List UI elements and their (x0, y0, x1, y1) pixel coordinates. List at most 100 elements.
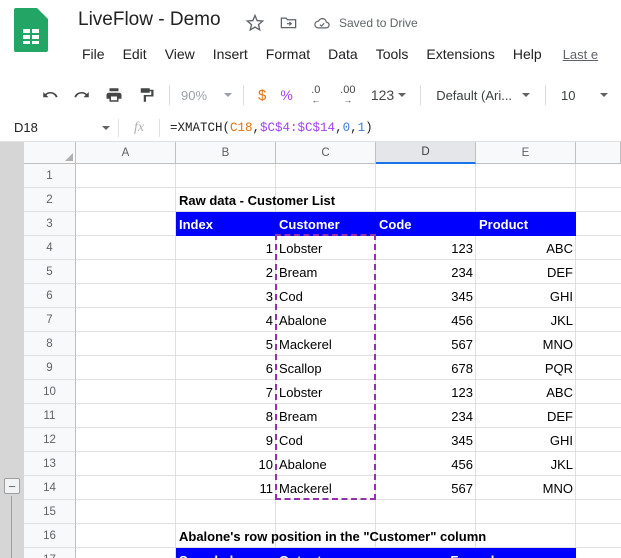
group-collapse-button[interactable]: − (4, 478, 20, 494)
cell-d4[interactable]: 123 (376, 236, 476, 260)
cell-d14[interactable]: 567 (376, 476, 476, 500)
name-box[interactable]: D18 (0, 114, 118, 141)
menu-extensions[interactable]: Extensions (417, 44, 503, 64)
row-header-11[interactable]: 11 (24, 404, 76, 428)
cell-c4[interactable]: Lobster (276, 236, 376, 260)
save-status[interactable]: Saved to Drive (313, 14, 418, 32)
row-header-5[interactable]: 5 (24, 260, 76, 284)
column-header-a[interactable]: A (76, 142, 176, 164)
cell-b14[interactable]: 11 (176, 476, 276, 500)
cell-c5[interactable]: Bream (276, 260, 376, 284)
row-header-16[interactable]: 16 (24, 524, 76, 548)
select-all-corner[interactable] (24, 142, 76, 164)
cell-c7[interactable]: Abalone (276, 308, 376, 332)
column-header-b[interactable]: B (176, 142, 276, 164)
cell-b5[interactable]: 2 (176, 260, 276, 284)
menu-edit[interactable]: Edit (114, 44, 156, 64)
cell-c12[interactable]: Cod (276, 428, 376, 452)
decrease-decimal-button[interactable]: .0 ← (303, 82, 329, 108)
redo-icon[interactable] (69, 82, 95, 108)
row-header-15[interactable]: 15 (24, 500, 76, 524)
spreadsheet-grid: A B C D E 1 2 3 4 5 6 7 8 9 10 11 12 13 … (0, 142, 621, 558)
cell-e6[interactable]: GHI (476, 284, 576, 308)
menu-data[interactable]: Data (319, 44, 367, 64)
row-header-2[interactable]: 2 (24, 188, 76, 212)
last-edit-link[interactable]: Last e (563, 47, 598, 62)
print-icon[interactable] (101, 82, 127, 108)
font-family-selector[interactable]: Default (Ari... (428, 88, 538, 103)
cell-d10[interactable]: 123 (376, 380, 476, 404)
cell-c13[interactable]: Abalone (276, 452, 376, 476)
cell-b9[interactable]: 6 (176, 356, 276, 380)
row-header-4[interactable]: 4 (24, 236, 76, 260)
column-header-e[interactable]: E (476, 142, 576, 164)
formula-input[interactable]: =XMATCH(C18,$C$4:$C$14,0,1) (160, 121, 621, 135)
menu-insert[interactable]: Insert (204, 44, 257, 64)
row-header-14[interactable]: 14 (24, 476, 76, 500)
cell-d12[interactable]: 345 (376, 428, 476, 452)
cell-c14[interactable]: Mackerel (276, 476, 376, 500)
move-to-folder-icon[interactable] (279, 13, 299, 33)
zoom-selector[interactable]: 90% (177, 86, 236, 105)
row-header-13[interactable]: 13 (24, 452, 76, 476)
row-header-7[interactable]: 7 (24, 308, 76, 332)
increase-decimal-button[interactable]: .00 → (335, 82, 361, 108)
cell-b11[interactable]: 8 (176, 404, 276, 428)
cell-b4[interactable]: 1 (176, 236, 276, 260)
row-header-1[interactable]: 1 (24, 164, 76, 188)
cell-b6[interactable]: 3 (176, 284, 276, 308)
cell-e7[interactable]: JKL (476, 308, 576, 332)
cell-c11[interactable]: Bream (276, 404, 376, 428)
number-format-selector[interactable]: 123 (364, 82, 413, 108)
row-header-12[interactable]: 12 (24, 428, 76, 452)
currency-format-button[interactable]: $ (251, 82, 273, 108)
percent-format-button[interactable]: % (273, 82, 299, 108)
column-header-d[interactable]: D (376, 142, 476, 164)
cell-e11[interactable]: DEF (476, 404, 576, 428)
toolbar-divider-3 (420, 85, 422, 105)
undo-icon[interactable] (37, 82, 63, 108)
row-header-8[interactable]: 8 (24, 332, 76, 356)
font-size-selector[interactable]: 10 (553, 88, 615, 103)
cell-d8[interactable]: 567 (376, 332, 476, 356)
row-header-9[interactable]: 9 (24, 356, 76, 380)
column-header-c[interactable]: C (276, 142, 376, 164)
cell-d5[interactable]: 234 (376, 260, 476, 284)
menu-file[interactable]: File (78, 44, 114, 64)
cell-e4[interactable]: ABC (476, 236, 576, 260)
row-header-6[interactable]: 6 (24, 284, 76, 308)
row-header-17[interactable]: 17 (24, 548, 76, 558)
cell-c10[interactable]: Lobster (276, 380, 376, 404)
document-title[interactable]: LiveFlow - Demo (78, 9, 221, 31)
menu-tools[interactable]: Tools (367, 44, 418, 64)
cell-e8[interactable]: MNO (476, 332, 576, 356)
cell-d11[interactable]: 234 (376, 404, 476, 428)
cell-e10[interactable]: ABC (476, 380, 576, 404)
cell-d7[interactable]: 456 (376, 308, 476, 332)
cell-c6[interactable]: Cod (276, 284, 376, 308)
paint-format-icon[interactable] (133, 82, 159, 108)
cell-b7[interactable]: 4 (176, 308, 276, 332)
cell-b10[interactable]: 7 (176, 380, 276, 404)
cell-b13[interactable]: 10 (176, 452, 276, 476)
cell-e14[interactable]: MNO (476, 476, 576, 500)
menu-help[interactable]: Help (504, 44, 551, 64)
menu-view[interactable]: View (156, 44, 204, 64)
cell-b12[interactable]: 9 (176, 428, 276, 452)
cell-c9[interactable]: Scallop (276, 356, 376, 380)
row-header-10[interactable]: 10 (24, 380, 76, 404)
menu-format[interactable]: Format (257, 44, 319, 64)
cell-d13[interactable]: 456 (376, 452, 476, 476)
star-icon[interactable] (245, 13, 265, 33)
cell-e9[interactable]: PQR (476, 356, 576, 380)
row-header-3[interactable]: 3 (24, 212, 76, 236)
cell-e5[interactable]: DEF (476, 260, 576, 284)
cell-e13[interactable]: JKL (476, 452, 576, 476)
cell-d9[interactable]: 678 (376, 356, 476, 380)
cell-b8[interactable]: 5 (176, 332, 276, 356)
fx-icon[interactable]: fx (119, 120, 159, 136)
cell-d6[interactable]: 345 (376, 284, 476, 308)
cell-e12[interactable]: GHI (476, 428, 576, 452)
cell-c8[interactable]: Mackerel (276, 332, 376, 356)
column-header-f[interactable] (576, 142, 621, 164)
